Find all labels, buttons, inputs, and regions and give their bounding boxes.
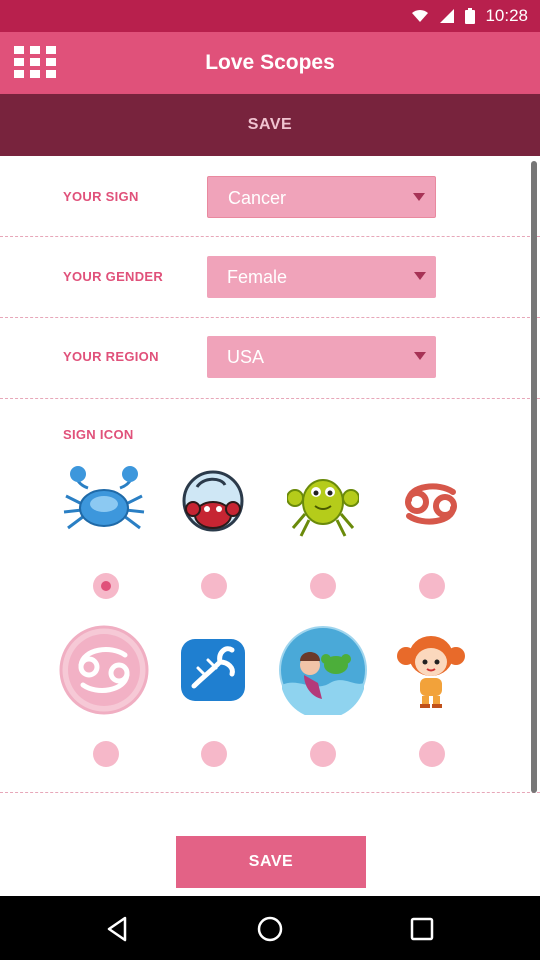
sign-icon-radio-7[interactable] [310,741,336,767]
region-label: YOUR REGION [63,349,159,364]
scrollbar[interactable] [531,161,537,793]
sign-icon-radio-8[interactable] [419,741,445,767]
angry-red-crab-icon[interactable] [168,459,258,549]
gender-dropdown-value: Female [227,267,288,287]
battery-icon [465,8,476,24]
sign-label: YOUR SIGN [63,189,139,204]
sign-icon-radio-2[interactable] [201,573,227,599]
chevron-down-icon [414,272,426,280]
mermaid-crab-icon[interactable] [278,625,368,715]
cancer-glyph-icon[interactable] [386,459,476,549]
status-time: 10:28 [485,6,528,25]
top-save-button[interactable]: SAVE [0,94,540,156]
sign-icon-radio-1[interactable] [93,573,119,599]
sign-dropdown[interactable]: Cancer [207,176,436,218]
back-icon[interactable] [103,914,133,944]
signal-icon [439,9,455,23]
green-crab-icon[interactable] [278,459,368,549]
region-dropdown-value: USA [227,347,265,367]
sign-icon-radio-6[interactable] [201,741,227,767]
app-title: Love Scopes [205,51,335,74]
settings-form: YOUR SIGN Cancer YOUR GENDER Female YOUR… [0,156,540,896]
region-dropdown[interactable]: USA [207,336,436,378]
sign-icon-radio-4[interactable] [419,573,445,599]
region-row: YOUR REGION USA [0,318,540,399]
status-icons: 10:28 [411,0,528,32]
sign-icon-radio-3[interactable] [310,573,336,599]
cartoon-girl-crab-icon[interactable] [386,625,476,715]
gender-dropdown[interactable]: Female [207,256,436,298]
wifi-icon [411,9,429,23]
sign-dropdown-value: Cancer [228,188,287,208]
system-nav-bar [0,896,540,960]
home-icon[interactable] [255,914,285,944]
gender-label: YOUR GENDER [63,269,164,284]
blue-lobster-icon[interactable] [168,625,258,715]
chevron-down-icon [413,193,425,201]
gender-row: YOUR GENDER Female [0,237,540,318]
recents-icon[interactable] [407,914,437,944]
divider [0,792,540,793]
sign-icon-radio-5[interactable] [93,741,119,767]
chevron-down-icon [414,352,426,360]
bottom-save-button[interactable]: SAVE [176,836,366,888]
sign-row: YOUR SIGN Cancer [0,156,540,237]
pink-cancer-glyph-icon[interactable] [59,625,149,715]
app-bar: Love Scopes [0,32,540,94]
blue-crab-icon[interactable] [59,459,149,549]
sign-icon-label: SIGN ICON [63,427,134,442]
status-bar: 10:28 [0,0,540,32]
